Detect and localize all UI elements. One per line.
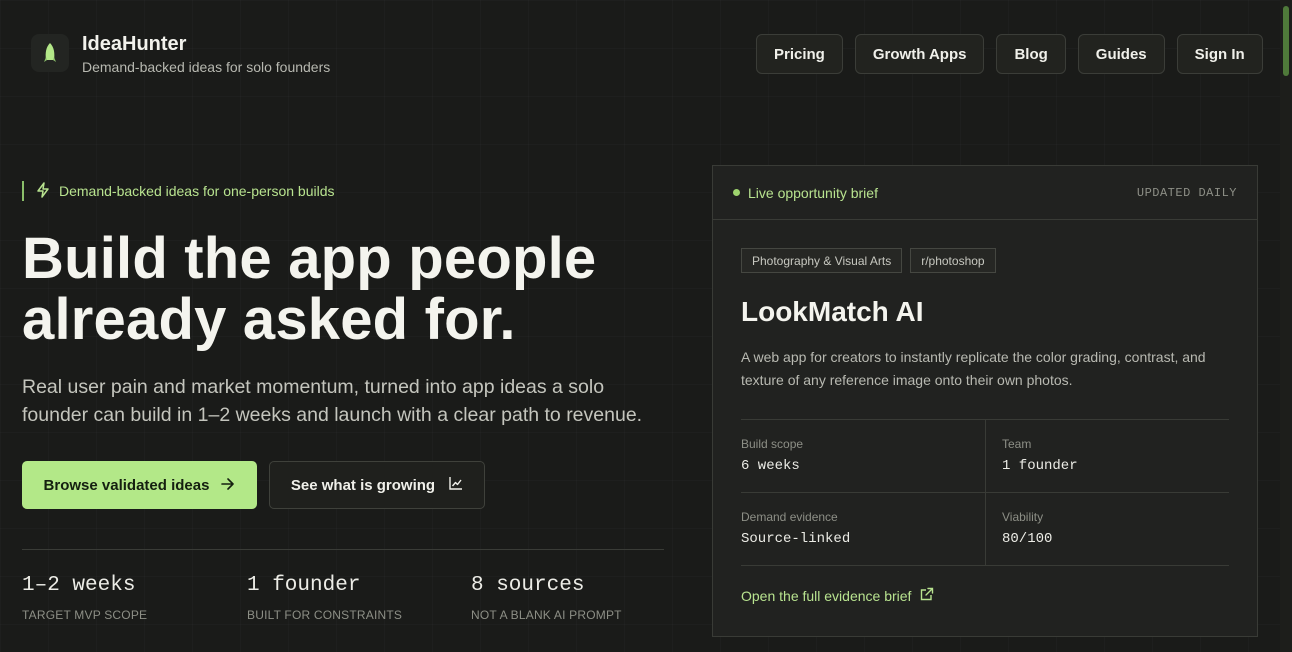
stat-value: 1 founder xyxy=(247,574,361,597)
fact-value: 6 weeks xyxy=(741,458,800,474)
idea-title: LookMatch AI xyxy=(741,296,924,327)
stat-sources: 8 sources NOT A BLANK AI PROMPT xyxy=(471,574,622,622)
rocket-icon[interactable] xyxy=(31,34,69,72)
live-dot-icon xyxy=(733,189,740,196)
live-label: Live opportunity brief xyxy=(748,184,878,201)
stat-founder: 1 founder BUILT FOR CONSTRAINTS xyxy=(247,574,402,622)
fact-value: 80/100 xyxy=(1002,531,1053,547)
facts-row: Build scope 6 weeks Team 1 founder xyxy=(741,420,1229,493)
evidence-brief-link-label: Open the full evidence brief xyxy=(741,587,912,604)
fact-label: Build scope xyxy=(741,437,804,451)
stats-divider xyxy=(22,549,664,550)
sign-in-button[interactable]: Sign In xyxy=(1176,34,1263,74)
fact-value: Source-linked xyxy=(741,531,851,547)
live-indicator: Live opportunity brief xyxy=(733,185,878,201)
stat-label: TARGET MVP SCOPE xyxy=(22,608,148,622)
main-nav: Pricing Growth Apps Blog Guides Sign In xyxy=(756,34,1263,74)
stat-value: 8 sources xyxy=(471,574,585,597)
hero-eyebrow: Demand-backed ideas for one-person build… xyxy=(22,181,335,201)
fact-build-scope: Build scope 6 weeks xyxy=(741,420,985,492)
nav-growth-apps-button[interactable]: Growth Apps xyxy=(854,34,985,74)
fact-label: Viability xyxy=(1002,510,1044,524)
fact-label: Team xyxy=(1002,437,1032,451)
stat-label: NOT A BLANK AI PROMPT xyxy=(471,608,622,622)
tag-source[interactable]: r/photoshop xyxy=(910,248,996,273)
nav-guides-button[interactable]: Guides xyxy=(1077,34,1165,74)
fact-value: 1 founder xyxy=(1002,458,1078,474)
stat-mvp-scope: 1–2 weeks TARGET MVP SCOPE xyxy=(22,574,147,622)
evidence-brief-link[interactable]: Open the full evidence brief xyxy=(741,587,934,604)
stat-value: 1–2 weeks xyxy=(22,574,136,597)
tag-category[interactable]: Photography & Visual Arts xyxy=(741,248,903,273)
see-growing-button[interactable]: See what is growing xyxy=(269,461,485,509)
nav-blog-button[interactable]: Blog xyxy=(996,34,1066,74)
fact-viability: Viability 80/100 xyxy=(985,493,1229,565)
browse-ideas-button[interactable]: Browse validated ideas xyxy=(22,461,257,509)
updated-badge: UPDATED DAILY xyxy=(1136,185,1237,200)
idea-description: A web app for creators to instantly repl… xyxy=(741,349,1206,388)
nav-pricing-button[interactable]: Pricing xyxy=(756,34,843,74)
external-link-icon xyxy=(920,587,934,604)
chart-icon xyxy=(449,476,463,494)
scrollbar-thumb[interactable] xyxy=(1283,6,1289,76)
facts-row: Demand evidence Source-linked Viability … xyxy=(741,493,1229,566)
hero-subtitle: Real user pain and market momentum, turn… xyxy=(22,376,643,426)
card-tags: Photography & Visual Arts r/photoshop xyxy=(741,248,996,273)
hero-title: Build the app people already asked for. xyxy=(22,226,597,352)
brand-title[interactable]: IdeaHunter xyxy=(82,33,186,56)
page-scrollbar[interactable] xyxy=(1280,0,1292,652)
brand-subtitle: Demand-backed ideas for solo founders xyxy=(82,59,331,75)
browse-ideas-label: Browse validated ideas xyxy=(43,476,210,494)
bolt-icon xyxy=(36,181,50,201)
card-header: Live opportunity brief UPDATED DAILY xyxy=(713,166,1257,220)
see-growing-label: See what is growing xyxy=(290,476,436,494)
opportunity-brief-card: Live opportunity brief UPDATED DAILY Pho… xyxy=(712,165,1258,637)
arrow-right-icon xyxy=(221,477,235,494)
fact-team: Team 1 founder xyxy=(985,420,1229,492)
site-header: IdeaHunter Demand-backed ideas for solo … xyxy=(0,0,1280,110)
hero-eyebrow-text: Demand-backed ideas for one-person build… xyxy=(59,183,335,199)
fact-demand-evidence: Demand evidence Source-linked xyxy=(741,493,985,565)
idea-facts: Build scope 6 weeks Team 1 founder Deman… xyxy=(741,419,1229,566)
fact-label: Demand evidence xyxy=(741,510,838,524)
stat-label: BUILT FOR CONSTRAINTS xyxy=(247,608,403,622)
